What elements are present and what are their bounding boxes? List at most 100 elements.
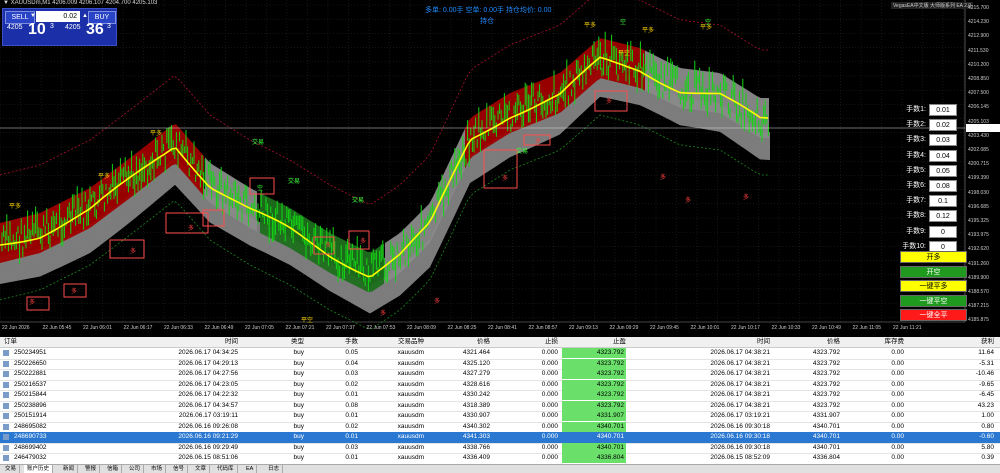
header-swap[interactable]: 库存费 xyxy=(864,337,905,347)
time-tick: 22 Jun 2026 xyxy=(2,325,30,331)
order-lots: 0.01 xyxy=(345,391,358,398)
order-icon xyxy=(3,360,9,367)
take-profit: 4331.907 xyxy=(562,411,626,421)
close-price: 4323.792 xyxy=(812,349,840,356)
order-type: buy xyxy=(293,391,304,398)
time-tick: 22 Jun 08:25 xyxy=(447,325,477,331)
order-lots: 0.01 xyxy=(345,454,358,461)
order-symbol: xauusdm xyxy=(397,380,424,388)
position-summary: 多单: 0.00手 空单: 0.00手 持仓均价: 0.00 xyxy=(425,7,552,14)
open-short-button[interactable]: 开空 xyxy=(900,265,967,278)
price-tick: 4210.200 xyxy=(968,61,989,68)
order-icon xyxy=(3,402,9,409)
lot-input-3[interactable]: 0.03 xyxy=(929,134,957,147)
header-symbol[interactable]: 交易品种 xyxy=(380,337,424,347)
close-price: 4323.792 xyxy=(812,359,840,367)
close-time: 2026.06.16 09:30:18 xyxy=(710,422,770,430)
header-close-price[interactable]: 价格 xyxy=(800,337,840,347)
signal-label-short: 空 xyxy=(705,20,712,26)
time-tick: 22 Jun 06:49 xyxy=(204,325,234,331)
time-tick: 22 Jun 09:13 xyxy=(569,325,598,331)
lot-input-1[interactable]: 0.01 xyxy=(929,104,957,116)
close-all-long-button[interactable]: 一键平多 xyxy=(900,280,967,292)
lot-label: 手数4: xyxy=(906,151,926,159)
header-price[interactable]: 价格 xyxy=(450,337,490,347)
profit: 11.64 xyxy=(978,349,994,356)
header-time[interactable]: 时间 xyxy=(160,337,238,347)
order-icon xyxy=(3,423,9,430)
lot-input-9[interactable]: 0 xyxy=(929,225,957,238)
open-time: 2026.06.17 04:22:32 xyxy=(178,391,238,398)
chart-canvas[interactable] xyxy=(0,0,1000,336)
time-tick: 22 Jun 11:21 xyxy=(893,325,922,331)
swap: 0.00 xyxy=(891,454,904,461)
order-id: 248690733 xyxy=(14,433,47,440)
lot-input-8[interactable]: 0.12 xyxy=(929,210,957,223)
order-type: buy xyxy=(293,401,304,409)
close-price: 4323.792 xyxy=(812,380,840,388)
signal-label-long: 多 xyxy=(130,249,137,255)
order-id: 250226650 xyxy=(14,359,47,367)
time-tick: 22 Jun 11:05 xyxy=(852,325,882,331)
table-row[interactable]: 246479032 2026.06.15 08:51:06 buy 0.01 xauus… xyxy=(0,453,1000,465)
take-profit: 4323.792 xyxy=(562,379,626,390)
order-lots: 0.01 xyxy=(345,433,358,440)
header-profit[interactable]: 获利 xyxy=(940,337,994,347)
order-type: buy xyxy=(293,359,304,367)
order-lots: 0.02 xyxy=(345,380,358,388)
lot-input-6[interactable]: 0.08 xyxy=(929,180,957,192)
close-time: 2026.06.17 03:19:21 xyxy=(710,412,770,419)
open-long-button[interactable]: 开多 xyxy=(900,251,967,263)
open-time: 2026.06.17 04:23:05 xyxy=(178,380,238,388)
time-tick: 22 Jun 10:33 xyxy=(771,325,801,331)
open-price: 4341.303 xyxy=(462,433,490,440)
order-lots: 0.02 xyxy=(345,422,358,430)
buy-price-big: 36 xyxy=(86,21,104,38)
order-type: buy xyxy=(293,349,304,356)
lot-row-5: 手数5: 0.05 xyxy=(900,164,996,177)
order-id: 248699402 xyxy=(14,443,47,451)
time-tick: 22 Jun 09:29 xyxy=(609,325,639,331)
profit: -6.45 xyxy=(979,391,994,398)
header-close-time[interactable]: 时间 xyxy=(690,337,770,347)
order-lots: 0.01 xyxy=(345,412,358,419)
lot-input-5[interactable]: 0.05 xyxy=(929,164,957,177)
lot-input-7[interactable]: 0.1 xyxy=(929,195,957,208)
signal-label-long: 多 xyxy=(434,299,441,305)
close-price: 4340.701 xyxy=(812,443,840,451)
header-sl[interactable]: 止损 xyxy=(510,337,558,347)
price-tick: 4207.500 xyxy=(968,90,989,97)
price-tick: 4214.230 xyxy=(968,19,989,26)
lot-label: 手数7: xyxy=(906,197,926,205)
order-type: buy xyxy=(293,380,304,388)
open-time: 2026.06.17 04:29:13 xyxy=(178,359,238,367)
lot-label: 手数5: xyxy=(906,166,926,174)
order-icon xyxy=(3,392,9,398)
lot-label: 手数8: xyxy=(906,212,926,220)
lot-input-4[interactable]: 0.04 xyxy=(929,149,957,162)
close-time: 2026.06.17 04:38:21 xyxy=(710,359,770,367)
take-profit: 4323.792 xyxy=(562,348,626,358)
swap: 0.00 xyxy=(891,349,904,356)
price-tick: 4187.215 xyxy=(968,303,989,310)
signal-label-flat-short: 平空 xyxy=(301,318,314,324)
close-all-short-button[interactable]: 一键平空 xyxy=(900,294,967,307)
close-time: 2026.06.17 04:38:21 xyxy=(710,370,770,377)
lot-input-2[interactable]: 0.02 xyxy=(929,119,957,132)
header-order[interactable]: 订单 xyxy=(4,337,64,347)
close-all-button[interactable]: 一键全平 xyxy=(900,309,967,321)
order-type: buy xyxy=(293,412,304,419)
header-lots[interactable]: 手数 xyxy=(330,337,358,347)
signal-label-flat-long: 平多 xyxy=(584,23,597,29)
close-price: 4336.804 xyxy=(812,454,840,461)
stop-loss: 0.000 xyxy=(541,391,558,398)
header-tp[interactable]: 止盈 xyxy=(562,337,626,347)
profit: -9.65 xyxy=(979,380,994,388)
stop-loss: 0.000 xyxy=(541,443,558,451)
price-chart[interactable]: ▼ XAUUSDm,M1 4206.009 4206.107 4204.700 … xyxy=(0,0,1000,336)
profit: 5.80 xyxy=(981,443,994,451)
signal-label-long: 多 xyxy=(660,175,667,181)
stop-loss: 0.000 xyxy=(541,370,558,377)
lot-row-6: 手数6: 0.08 xyxy=(900,180,996,192)
header-type[interactable]: 类型 xyxy=(270,337,304,347)
